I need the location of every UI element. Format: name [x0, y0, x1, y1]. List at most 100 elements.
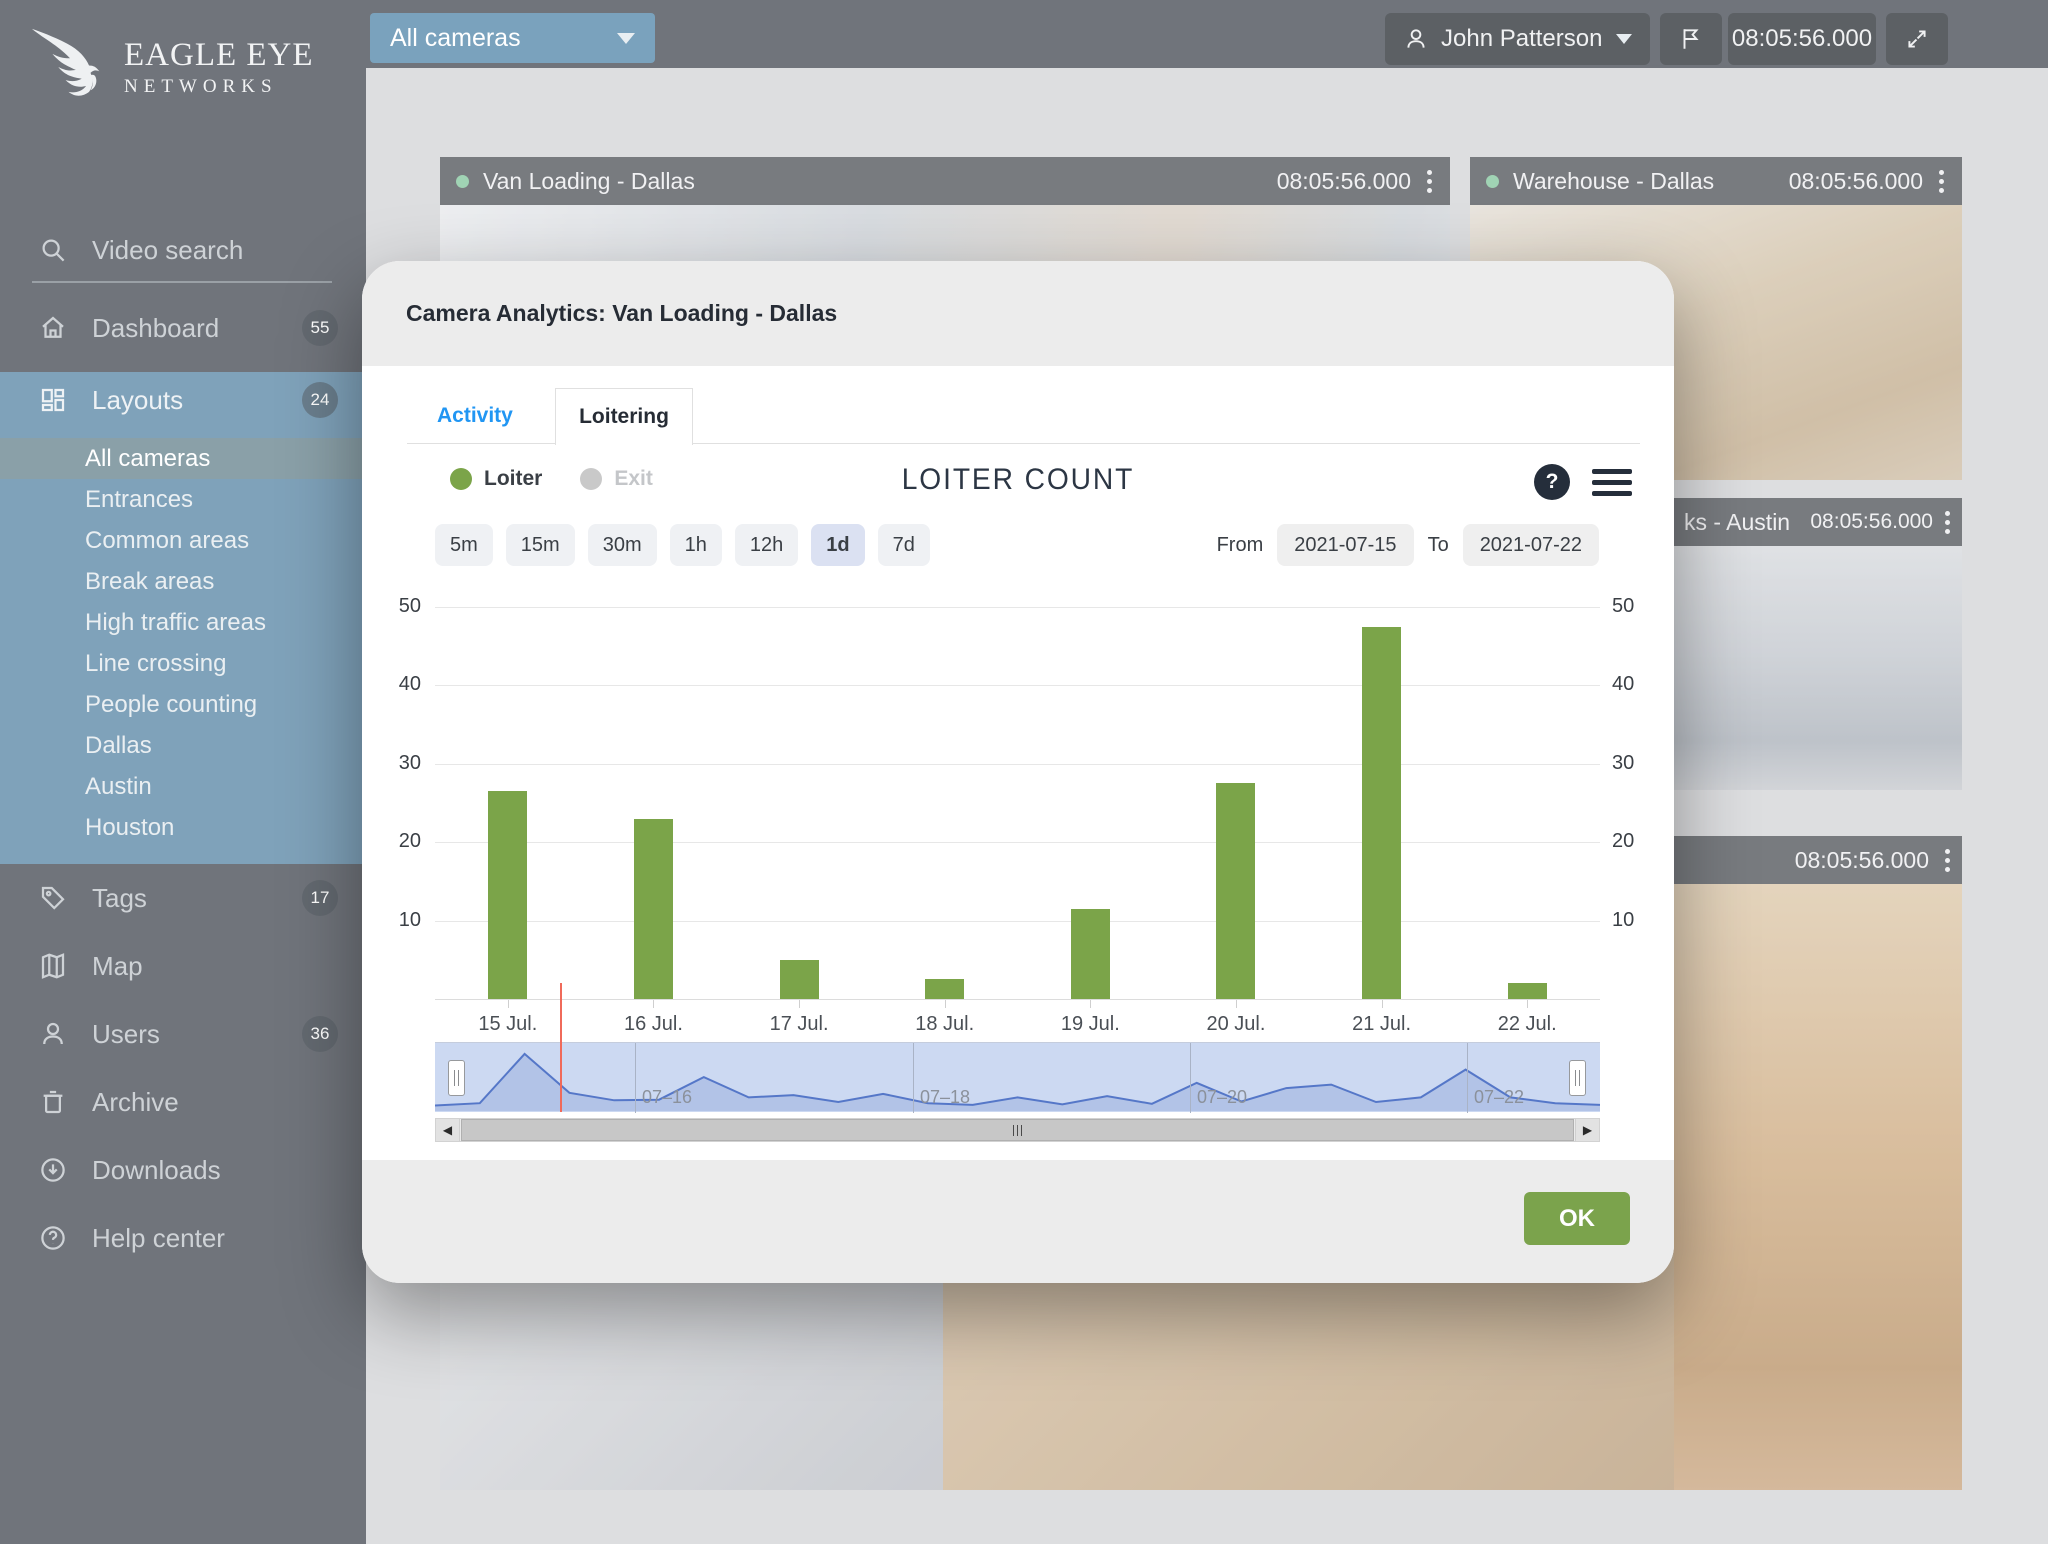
gridline: [435, 921, 1600, 922]
user-menu-button[interactable]: John Patterson: [1385, 13, 1650, 65]
x-axis-line: [435, 999, 1600, 1000]
user-icon: [1403, 26, 1429, 52]
scroll-left-arrow[interactable]: ◀: [436, 1119, 460, 1141]
gridline: [435, 842, 1600, 843]
sidebar-item-break-areas[interactable]: Break areas: [0, 561, 366, 602]
ok-button[interactable]: OK: [1524, 1192, 1630, 1245]
range-button-30m[interactable]: 30m: [588, 524, 657, 566]
clock-button[interactable]: 08:05:56.000: [1728, 13, 1876, 65]
x-axis-tick: [799, 1000, 800, 1008]
sidebar-item-map[interactable]: Map: [0, 938, 366, 994]
sidebar-item-video-search[interactable]: Video search: [0, 222, 366, 278]
sidebar-item-label: Archive: [92, 1087, 179, 1118]
sidebar-item-people-counting[interactable]: People counting: [0, 684, 366, 725]
to-label: To: [1428, 534, 1449, 557]
sidebar-item-label: Map: [92, 951, 143, 982]
sidebar-item-tags[interactable]: Tags 17: [0, 870, 366, 926]
chart-scrollbar[interactable]: ◀ ▶: [435, 1118, 1600, 1142]
x-axis-label: 22 Jul.: [1467, 1013, 1587, 1036]
chevron-down-icon: [617, 33, 635, 44]
fullscreen-button[interactable]: [1886, 13, 1948, 65]
flag-button[interactable]: [1660, 13, 1722, 65]
home-icon: [38, 313, 68, 343]
range-button-1d[interactable]: 1d: [811, 524, 864, 566]
sidebar-item-dallas[interactable]: Dallas: [0, 725, 366, 766]
y-axis-label: 40: [375, 673, 421, 696]
flag-icon: [1678, 26, 1704, 52]
y-axis-label: 10: [375, 909, 421, 932]
bar-18-jul-: [925, 979, 964, 999]
bar-21-jul-: [1362, 627, 1401, 999]
sidebar-item-houston[interactable]: Houston: [0, 807, 366, 848]
help-icon: [38, 1223, 68, 1253]
layouts-children: All camerasEntrancesCommon areasBreak ar…: [0, 438, 366, 848]
x-axis-tick: [653, 1000, 654, 1008]
sidebar-item-austin[interactable]: Austin: [0, 766, 366, 807]
count-badge: 36: [302, 1016, 338, 1052]
x-axis-tick: [945, 1000, 946, 1008]
sidebar: EAGLE EYE NETWORKS Video search Dashboar…: [0, 0, 366, 1544]
scroll-right-arrow[interactable]: ▶: [1575, 1119, 1599, 1141]
current-time-marker: [560, 983, 562, 1112]
navigator-label: 07–20: [1197, 1087, 1247, 1108]
x-axis-tick: [508, 1000, 509, 1008]
count-badge: 17: [302, 880, 338, 916]
sidebar-item-entrances[interactable]: Entrances: [0, 479, 366, 520]
tab-activity[interactable]: Activity: [437, 388, 513, 444]
range-button-12h[interactable]: 12h: [735, 524, 798, 566]
layouts-grid-icon: [38, 385, 68, 415]
brand-name: EAGLE EYE: [124, 37, 314, 74]
sidebar-item-dashboard[interactable]: Dashboard 55: [0, 300, 366, 356]
scrollbar-thumb[interactable]: [461, 1119, 1574, 1141]
analytics-tabs: Activity Loitering: [407, 388, 1640, 444]
navigator-left-handle[interactable]: [448, 1060, 465, 1096]
from-label: From: [1217, 534, 1264, 557]
camera-filter-dropdown[interactable]: All cameras: [370, 13, 655, 63]
range-buttons: 5m 15m 30m 1h 12h 1d 7d: [435, 524, 943, 566]
y-axis-label: 20: [1612, 830, 1658, 853]
chart-navigator[interactable]: 07–1607–1807–2007–22: [435, 1042, 1600, 1112]
y-axis-label: 30: [375, 752, 421, 775]
eagle-eye-logo: EAGLE EYE NETWORKS: [26, 26, 314, 108]
sidebar-item-layouts[interactable]: Layouts 24: [0, 372, 366, 428]
sidebar-item-all-cameras[interactable]: All cameras: [0, 438, 366, 479]
gridline: [435, 685, 1600, 686]
x-axis-tick: [1527, 1000, 1528, 1008]
chart-title: LOITER COUNT: [401, 463, 1634, 497]
count-badge: 55: [302, 310, 338, 346]
sidebar-divider: [32, 281, 332, 283]
bar-22-jul-: [1508, 983, 1547, 999]
count-badge: 24: [302, 382, 338, 418]
sidebar-item-common-areas[interactable]: Common areas: [0, 520, 366, 561]
sidebar-item-users[interactable]: Users 36: [0, 1006, 366, 1062]
camera-filter-value: All cameras: [390, 24, 521, 53]
gridline: [435, 607, 1600, 608]
from-date-field[interactable]: 2021-07-15: [1277, 524, 1413, 566]
user-name: John Patterson: [1441, 25, 1602, 53]
sidebar-item-downloads[interactable]: Downloads: [0, 1142, 366, 1198]
navigator-right-handle[interactable]: [1569, 1060, 1586, 1096]
x-axis-label: 19 Jul.: [1030, 1013, 1150, 1036]
chart-menu-icon[interactable]: [1592, 469, 1632, 502]
tab-loitering[interactable]: Loitering: [555, 388, 693, 445]
range-toolbar: 5m 15m 30m 1h 12h 1d 7d From 2021-07-15 To 202…: [435, 523, 1599, 567]
sidebar-item-label: Dashboard: [92, 313, 219, 344]
download-icon: [38, 1155, 68, 1185]
sidebar-item-label: Video search: [92, 235, 243, 266]
range-button-1h[interactable]: 1h: [670, 524, 722, 566]
help-circle-icon[interactable]: ?: [1534, 464, 1570, 500]
sidebar-item-help-center[interactable]: Help center: [0, 1210, 366, 1266]
range-button-5m[interactable]: 5m: [435, 524, 493, 566]
y-axis-label: 30: [1612, 752, 1658, 775]
range-button-15m[interactable]: 15m: [506, 524, 575, 566]
search-icon: [38, 235, 68, 265]
sidebar-item-line-crossing[interactable]: Line crossing: [0, 643, 366, 684]
sidebar-item-archive[interactable]: Archive: [0, 1074, 366, 1130]
range-button-7d[interactable]: 7d: [878, 524, 930, 566]
eagle-eye-logo-icon: [26, 26, 114, 108]
to-date-field[interactable]: 2021-07-22: [1463, 524, 1599, 566]
x-axis-label: 21 Jul.: [1322, 1013, 1442, 1036]
x-axis-label: 15 Jul.: [448, 1013, 568, 1036]
navigator-gridline: [1467, 1043, 1468, 1113]
sidebar-item-high-traffic-areas[interactable]: High traffic areas: [0, 602, 366, 643]
